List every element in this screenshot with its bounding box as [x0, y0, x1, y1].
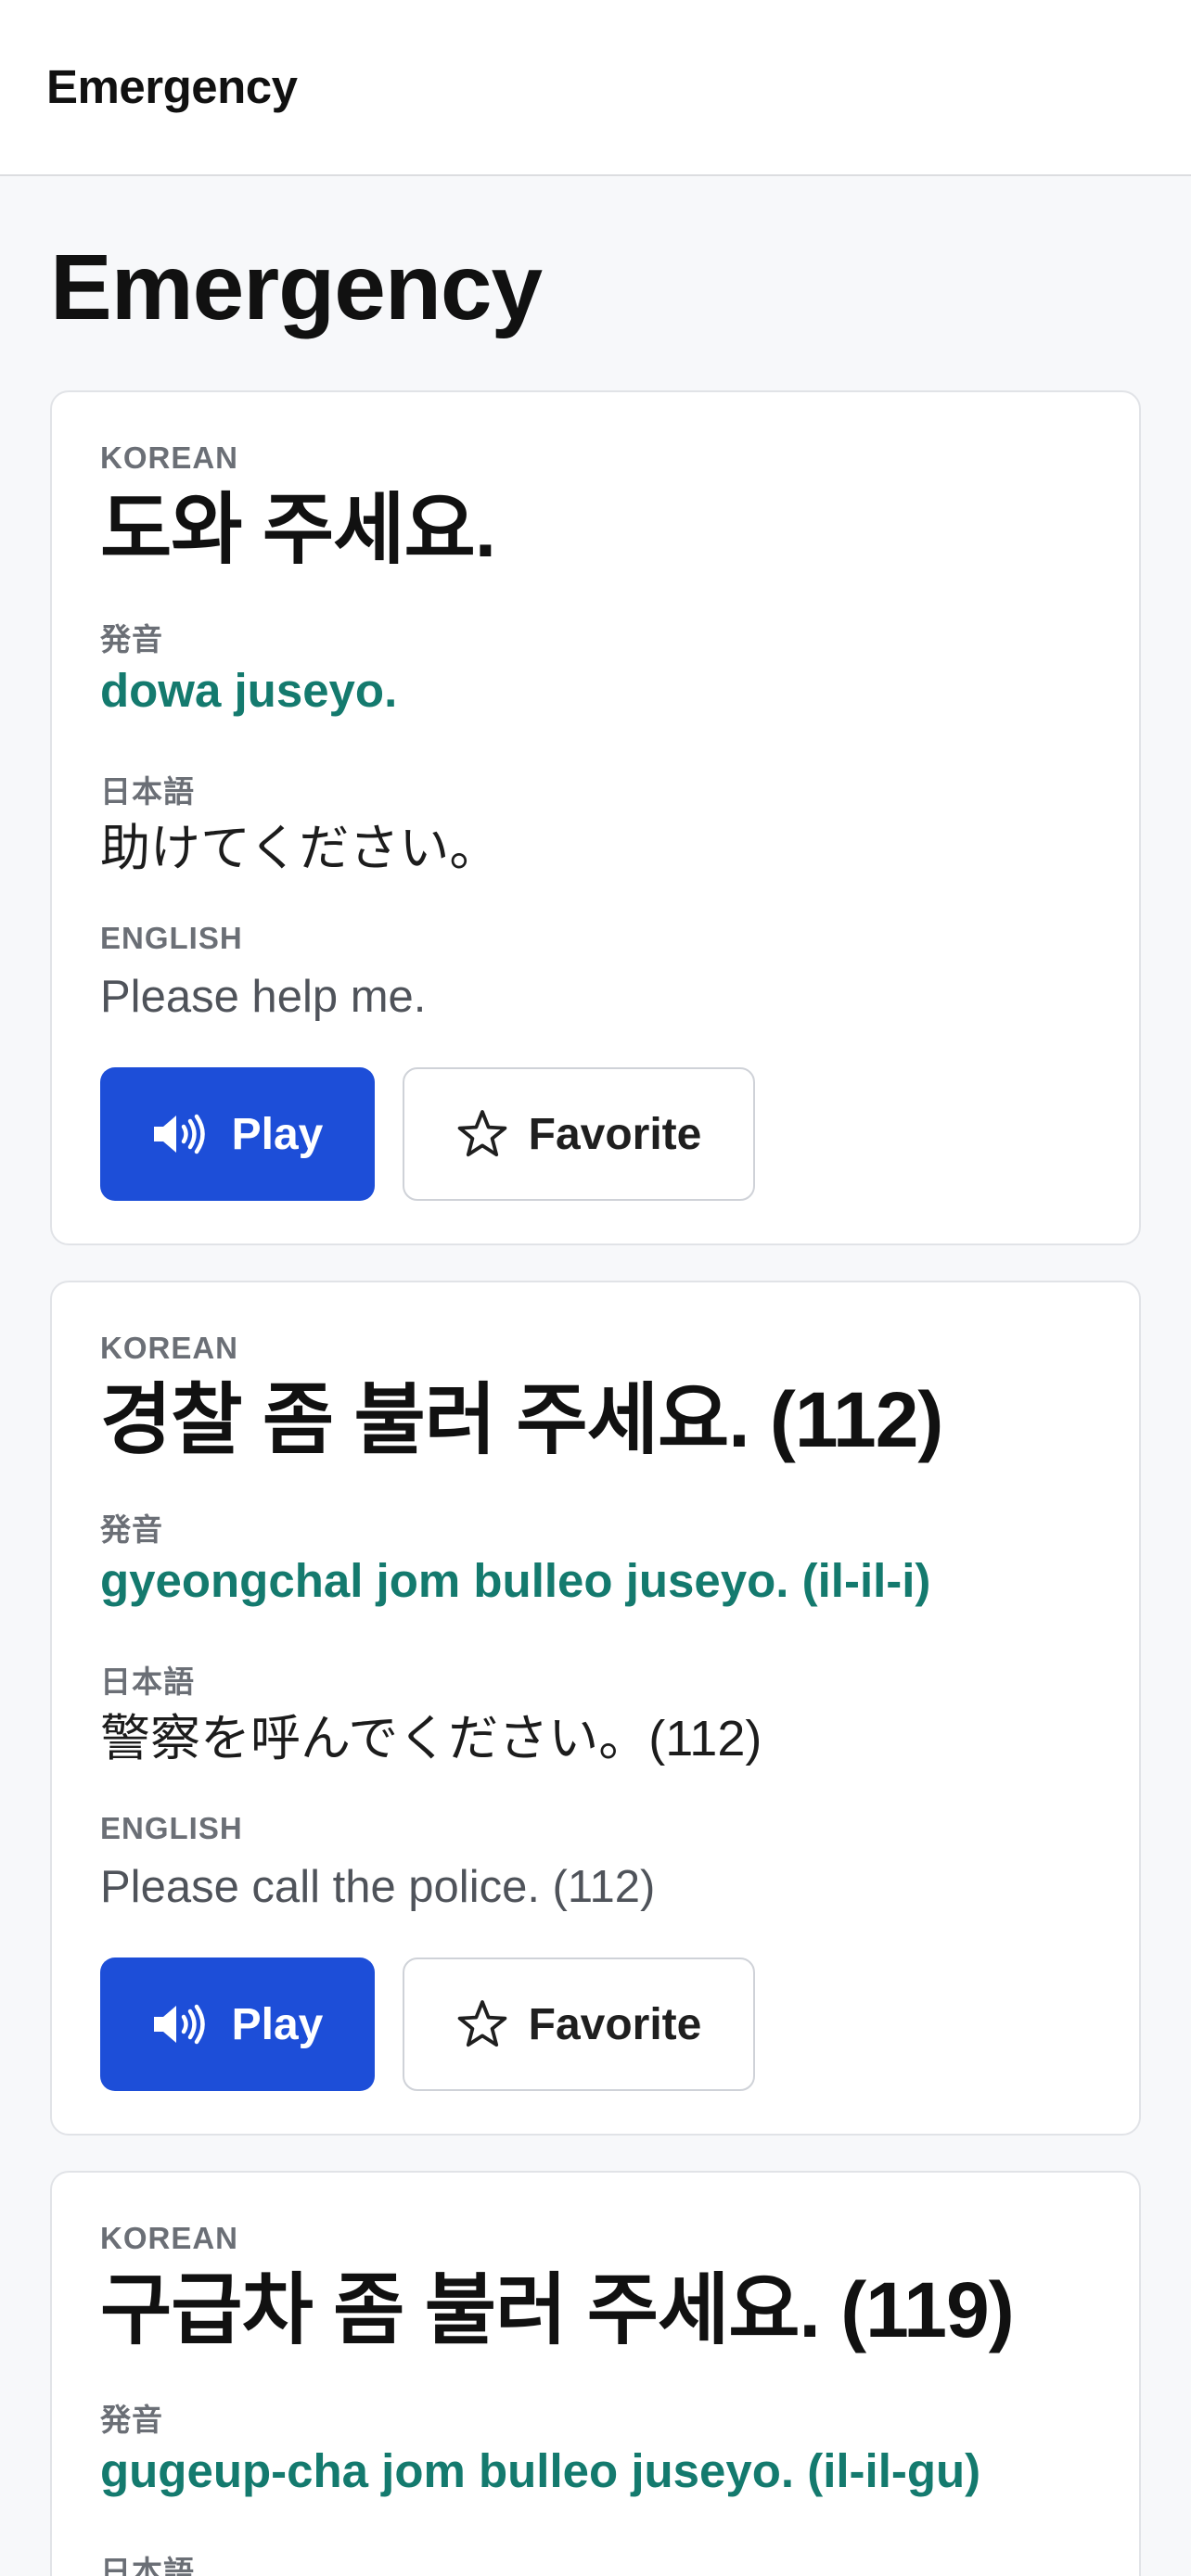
- japanese-label: 日本語: [100, 2555, 195, 2576]
- korean-label: KOREAN: [100, 1331, 239, 1365]
- japanese-label: 日本語: [100, 1664, 195, 1699]
- romanization-text: dowa juseyo.: [100, 664, 398, 717]
- english-text: Please help me.: [100, 972, 427, 1022]
- app-header: Emergency: [0, 0, 1191, 176]
- page-title: Emergency: [50, 236, 543, 339]
- english-text: Please call the police. (112): [100, 1862, 656, 1912]
- header-title: Emergency: [46, 60, 298, 113]
- korean-label: KOREAN: [100, 440, 239, 475]
- favorite-button[interactable]: Favorite: [403, 1067, 755, 1201]
- speaker-icon: [152, 2004, 208, 2045]
- japanese-text: 助けてください。: [100, 821, 500, 876]
- pronunciation-label: 発音: [100, 622, 163, 657]
- english-label: ENGLISH: [100, 1811, 243, 1845]
- korean-label: KOREAN: [100, 2221, 239, 2255]
- korean-text: 도와 주세요.: [100, 486, 496, 573]
- romanization-text: gugeup-cha jom bulleo juseyo. (il-il-gu): [100, 2444, 981, 2497]
- play-label: Play: [231, 1999, 324, 2049]
- phrase-card: KOREAN 구급차 좀 불러 주세요. (119) 発音 gugeup-cha…: [50, 2171, 1141, 2576]
- japanese-text: 警察を呼んでください。(112): [100, 1711, 762, 1766]
- phrase-card: KOREAN 도와 주세요. 発音 dowa juseyo. 日本語 助けてくだ…: [50, 390, 1141, 1245]
- speaker-icon: [152, 1114, 208, 1154]
- play-button[interactable]: Play: [100, 1958, 375, 2091]
- pronunciation-label: 発音: [100, 2403, 163, 2437]
- favorite-label: Favorite: [528, 1999, 702, 2049]
- favorite-button[interactable]: Favorite: [403, 1958, 755, 2091]
- favorite-label: Favorite: [528, 1109, 702, 1159]
- play-label: Play: [231, 1109, 324, 1159]
- english-label: ENGLISH: [100, 921, 243, 955]
- phrase-card: KOREAN 경찰 좀 불러 주세요. (112) 発音 gyeongchal …: [50, 1281, 1141, 2136]
- play-button[interactable]: Play: [100, 1067, 375, 1201]
- star-outline-icon: [456, 1999, 508, 2049]
- pronunciation-label: 発音: [100, 1512, 163, 1547]
- star-outline-icon: [456, 1109, 508, 1159]
- korean-text: 경찰 좀 불러 주세요. (112): [100, 1376, 943, 1463]
- romanization-text: gyeongchal jom bulleo juseyo. (il-il-i): [100, 1554, 931, 1607]
- japanese-label: 日本語: [100, 774, 195, 809]
- korean-text: 구급차 좀 불러 주세요. (119): [100, 2266, 1015, 2353]
